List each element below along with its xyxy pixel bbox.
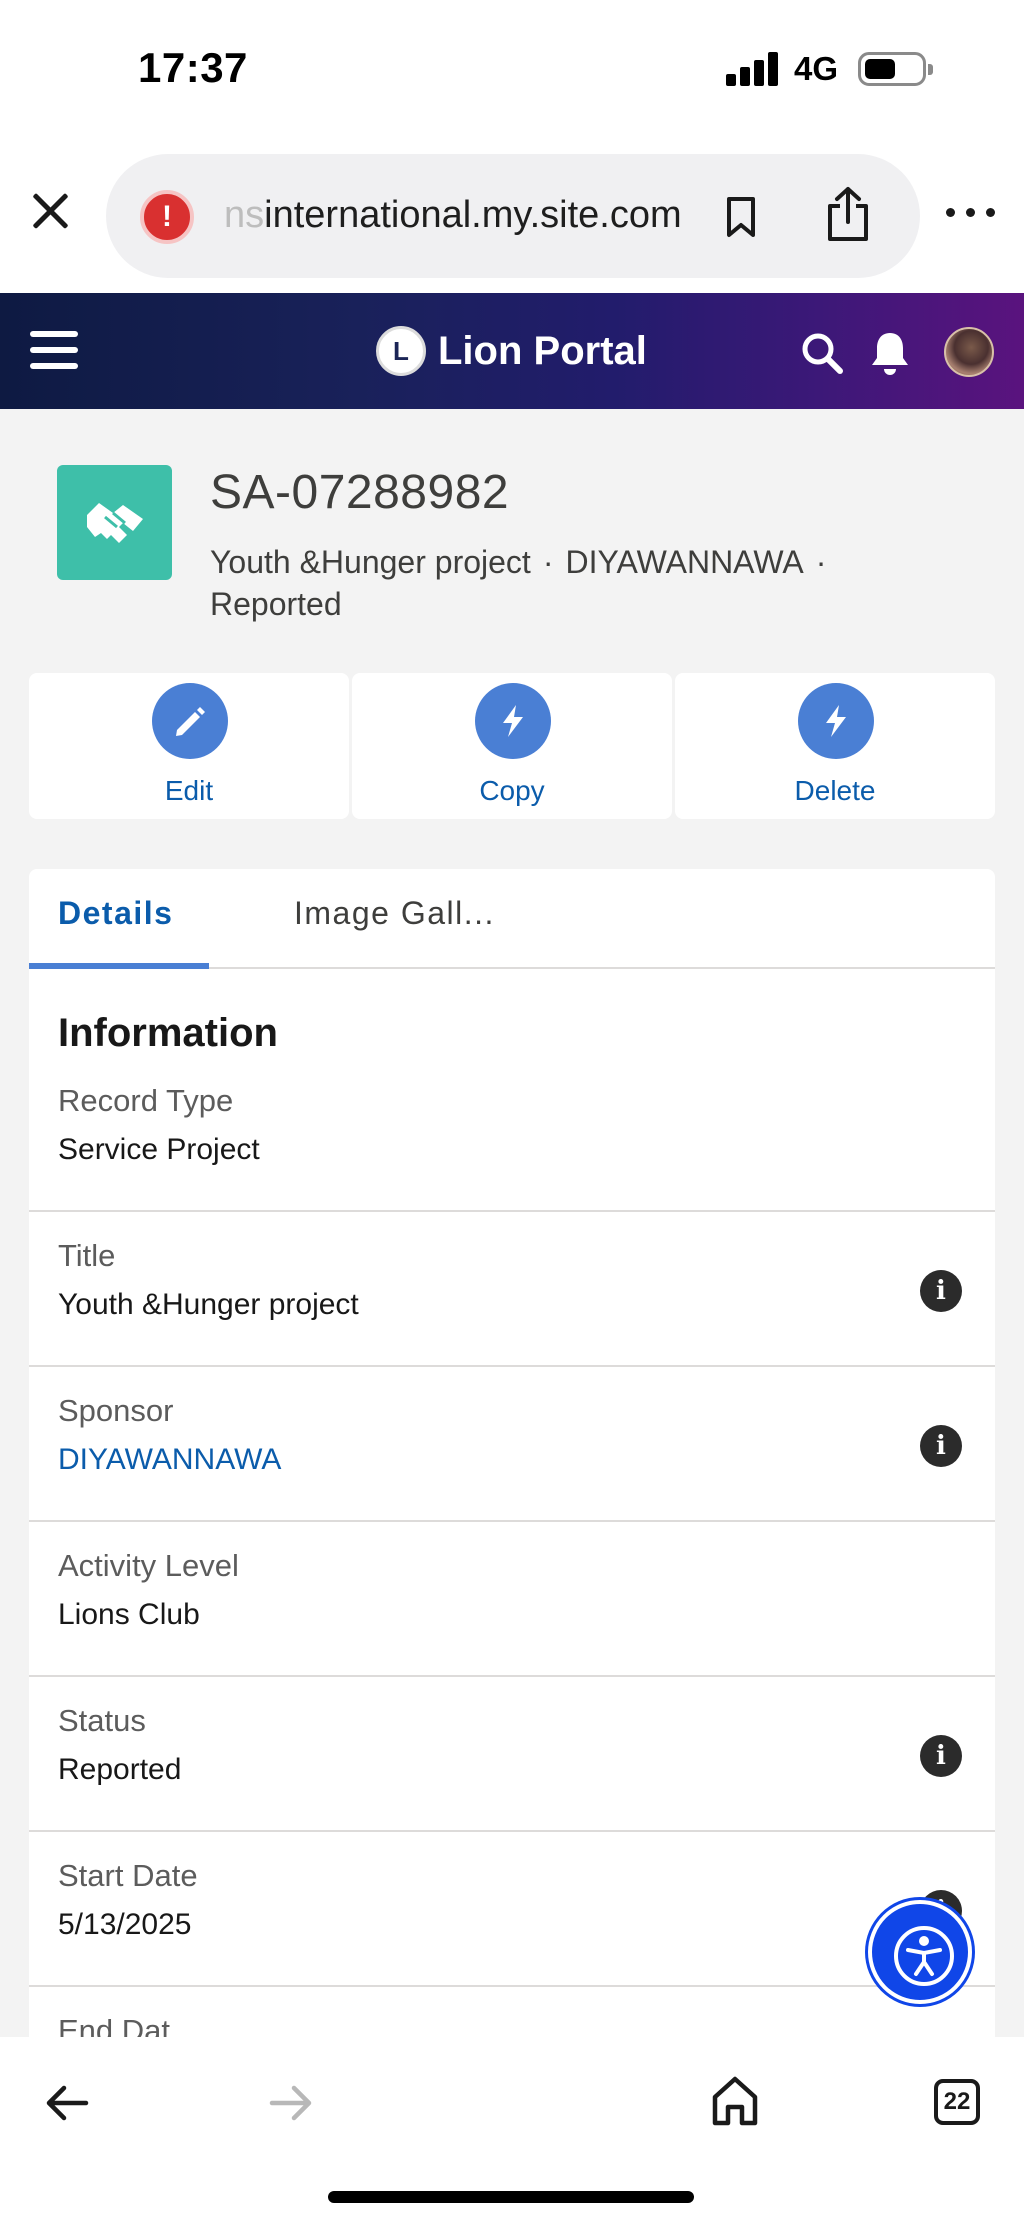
copy-label: Copy [479, 775, 545, 806]
field-value: Youth &Hunger project [58, 1288, 359, 1321]
browser-bottom-bar: 22 [0, 2037, 1024, 2222]
field-label: Status [58, 1703, 146, 1738]
field-activity-level: Activity Level Lions Club [29, 1522, 995, 1677]
address-bar[interactable]: ! nsinternational.my.site.com [106, 154, 920, 278]
record-subtitle: Youth &Hunger project · DIYAWANNAWA · Report… [210, 541, 910, 625]
portal-title: Lion Portal [438, 328, 647, 373]
field-label: Sponsor [58, 1393, 174, 1428]
home-icon[interactable] [710, 2075, 760, 2127]
status-time: 17:37 [138, 44, 248, 91]
field-label: Start Date [58, 1858, 198, 1893]
field-sponsor: Sponsor DIYAWANNAWA i [29, 1367, 995, 1522]
field-value: Reported [58, 1753, 182, 1786]
field-label: End Dat [58, 2013, 171, 2037]
accessibility-icon [894, 1926, 954, 1986]
notifications-bell-icon[interactable] [866, 329, 914, 377]
copy-button[interactable]: Copy [352, 673, 672, 819]
tabs-count-button[interactable]: 22 [934, 2079, 980, 2125]
field-label: Activity Level [58, 1548, 239, 1583]
search-icon[interactable] [800, 331, 844, 375]
battery-icon [858, 52, 933, 86]
field-status: Status Reported i [29, 1677, 995, 1832]
more-options-icon[interactable] [946, 206, 996, 220]
home-indicator [328, 2191, 694, 2203]
back-arrow-icon[interactable] [44, 2083, 90, 2123]
separator-dot: · [815, 544, 827, 580]
details-card: Details Image Gall... Information Record… [29, 869, 995, 2037]
portal-header: L Lion Portal [0, 293, 1024, 409]
lightning-icon [798, 683, 874, 759]
active-tab-indicator [29, 963, 209, 969]
info-icon[interactable]: i [920, 1735, 962, 1777]
field-title: Title Youth &Hunger project i [29, 1212, 995, 1367]
handshake-icon [57, 465, 172, 580]
info-icon[interactable]: i [920, 1425, 962, 1467]
url-faded-prefix: ns [224, 194, 265, 236]
forward-arrow-icon[interactable] [268, 2083, 314, 2123]
record-subtitle-status: Reported [210, 586, 342, 622]
close-icon[interactable] [28, 188, 74, 234]
field-end-date: End Dat [29, 1987, 995, 2037]
lightning-icon [475, 683, 551, 759]
tab-bar: Details Image Gall... [29, 869, 995, 969]
hamburger-menu-icon[interactable] [30, 331, 78, 369]
portal-brand[interactable]: L Lion Portal [376, 323, 647, 379]
tab-image-gallery[interactable]: Image Gall... [294, 895, 495, 932]
info-icon[interactable]: i [920, 1270, 962, 1312]
field-start-date: Start Date 5/13/2025 i [29, 1832, 995, 1987]
tab-details[interactable]: Details [58, 895, 173, 932]
status-bar: 17:37 4G [0, 0, 1024, 140]
field-value: Service Project [58, 1133, 260, 1166]
sponsor-link[interactable]: DIYAWANNAWA [58, 1443, 281, 1477]
lions-logo-icon: L [376, 326, 426, 376]
field-value: Lions Club [58, 1598, 200, 1631]
delete-button[interactable]: Delete [675, 673, 995, 819]
bookmark-icon[interactable] [726, 196, 756, 238]
field-label: Record Type [58, 1083, 234, 1118]
field-label: Title [58, 1238, 116, 1273]
pencil-icon [152, 683, 228, 759]
network-type: 4G [794, 50, 839, 87]
url-text[interactable]: nsinternational.my.site.com [224, 194, 798, 237]
field-value: 5/13/2025 [58, 1908, 192, 1941]
url-domain: international.my.site.com [264, 194, 682, 236]
user-avatar[interactable] [944, 327, 994, 377]
delete-label: Delete [794, 775, 876, 806]
record-id: SA-07288982 [210, 466, 510, 519]
accessibility-button[interactable] [868, 1900, 972, 2004]
browser-toolbar: ! nsinternational.my.site.com [0, 140, 1024, 293]
record-subtitle-sponsor: DIYAWANNAWA [565, 544, 804, 580]
signal-icon [726, 52, 782, 86]
edit-button[interactable]: Edit [29, 673, 349, 819]
record-subtitle-title: Youth &Hunger project [210, 544, 531, 580]
share-icon[interactable] [824, 186, 872, 242]
separator-dot: · [542, 544, 554, 580]
field-record-type: Record Type Service Project [29, 1057, 995, 1212]
section-title: Information [58, 1011, 278, 1055]
security-warning-icon[interactable]: ! [140, 190, 194, 244]
record-page: SA-07288982 Youth &Hunger project · DIYAWA… [0, 409, 1024, 2037]
action-bar: Edit Copy Delete [29, 673, 995, 819]
edit-label: Edit [164, 775, 214, 806]
